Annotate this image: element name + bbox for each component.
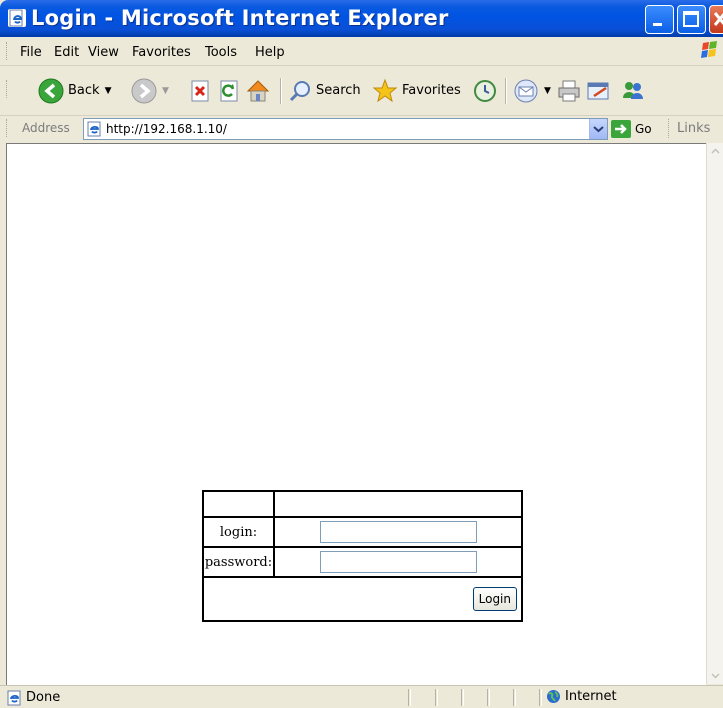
login-button[interactable]: Login: [472, 587, 517, 611]
chevron-down-icon: [593, 126, 604, 133]
login-input[interactable]: [320, 521, 477, 543]
status-divider: [513, 689, 516, 706]
status-text: Done: [26, 690, 61, 705]
go-label: Go: [635, 122, 652, 136]
mail-button[interactable]: ▼: [513, 66, 551, 115]
address-bar: Address http://192.168.1.10/ Go Links: [0, 116, 723, 142]
menu-tools[interactable]: Tools: [205, 45, 237, 60]
status-divider: [461, 689, 464, 706]
login-form-table: login: password: Login: [202, 490, 523, 622]
password-label: password:: [202, 546, 275, 578]
security-zone[interactable]: Internet: [546, 689, 617, 704]
scroll-up-button[interactable]: [707, 143, 723, 160]
vertical-scrollbar[interactable]: [706, 143, 723, 684]
maximize-button[interactable]: [677, 5, 706, 34]
history-button[interactable]: [473, 66, 497, 115]
chevron-down-icon: [711, 673, 720, 679]
address-url: http://192.168.1.10/: [106, 122, 227, 136]
home-button[interactable]: [245, 66, 271, 115]
favorites-star-icon: [372, 78, 398, 102]
forward-button[interactable]: ▼: [131, 66, 169, 115]
history-icon: [474, 79, 496, 102]
back-label: Back: [68, 83, 100, 98]
address-field[interactable]: http://192.168.1.10/: [83, 118, 608, 140]
menu-favorites[interactable]: Favorites: [132, 45, 191, 60]
browser-window: Login - Microsoft Internet Explorer File…: [0, 0, 723, 708]
toolbar-grip[interactable]: [6, 80, 10, 98]
mail-dropdown-icon[interactable]: ▼: [544, 86, 551, 96]
favorites-button[interactable]: Favorites: [372, 66, 461, 115]
status-divider: [539, 689, 542, 706]
login-label: login:: [202, 516, 275, 548]
printer-icon: [558, 80, 580, 101]
address-label: Address: [22, 121, 70, 135]
status-divider: [435, 689, 438, 706]
menu-file[interactable]: File: [20, 45, 42, 60]
favorites-label: Favorites: [402, 83, 461, 98]
search-button[interactable]: Search: [288, 66, 361, 115]
search-icon: [289, 80, 310, 101]
menu-edit[interactable]: Edit: [54, 45, 79, 60]
menu-help[interactable]: Help: [255, 45, 285, 60]
status-bar: Done Internet: [0, 685, 723, 708]
messenger-button[interactable]: [620, 66, 646, 115]
close-button[interactable]: [709, 5, 723, 34]
minimize-button[interactable]: [645, 5, 674, 34]
back-dropdown-icon[interactable]: ▼: [105, 86, 112, 96]
window-title: Login - Microsoft Internet Explorer: [31, 6, 449, 30]
standard-toolbar: Back ▼ ▼ Search Favorites ▼: [0, 66, 723, 116]
refresh-button[interactable]: [217, 66, 241, 115]
forward-dropdown-icon: ▼: [162, 85, 169, 96]
table-cell: [202, 490, 275, 518]
status-divider: [408, 689, 411, 706]
submit-row: Login: [202, 576, 523, 622]
page-icon: [87, 121, 103, 141]
search-label: Search: [316, 83, 361, 98]
title-bar[interactable]: Login - Microsoft Internet Explorer: [0, 0, 723, 37]
page-done-icon: [7, 690, 23, 708]
edit-page-icon: [587, 82, 609, 99]
messenger-icon: [623, 81, 643, 99]
toolbar-separator: [505, 78, 507, 104]
links-grip[interactable]: [668, 119, 670, 138]
page-content: login: password: Login: [6, 143, 706, 685]
password-input[interactable]: [320, 551, 477, 573]
back-arrow-icon: [38, 78, 64, 103]
refresh-icon: [220, 80, 238, 101]
menu-view[interactable]: View: [88, 45, 119, 60]
go-button[interactable]: Go: [611, 119, 652, 139]
menu-bar: File Edit View Favorites Tools Help: [0, 37, 723, 66]
chevron-up-icon: [711, 148, 720, 154]
menu-grip[interactable]: [6, 42, 10, 60]
links-button[interactable]: Links: [677, 121, 710, 136]
mail-icon: [514, 79, 538, 102]
toolbar-separator: [280, 78, 282, 104]
forward-arrow-icon: [131, 78, 157, 103]
edit-button[interactable]: [586, 66, 612, 115]
scroll-down-button[interactable]: [707, 667, 723, 684]
zone-label: Internet: [565, 689, 617, 704]
globe-icon: [547, 690, 560, 703]
address-dropdown-button[interactable]: [589, 119, 607, 139]
stop-button[interactable]: [188, 66, 212, 115]
windows-logo-icon: [698, 39, 723, 63]
table-cell: [273, 490, 523, 518]
go-arrow-icon: [611, 120, 631, 138]
stop-icon: [191, 80, 209, 101]
print-button[interactable]: [556, 66, 582, 115]
home-icon: [246, 79, 270, 101]
back-button[interactable]: Back ▼: [38, 66, 111, 115]
status-divider: [487, 689, 490, 706]
address-grip[interactable]: [6, 119, 10, 137]
ie-page-icon: [8, 9, 26, 27]
